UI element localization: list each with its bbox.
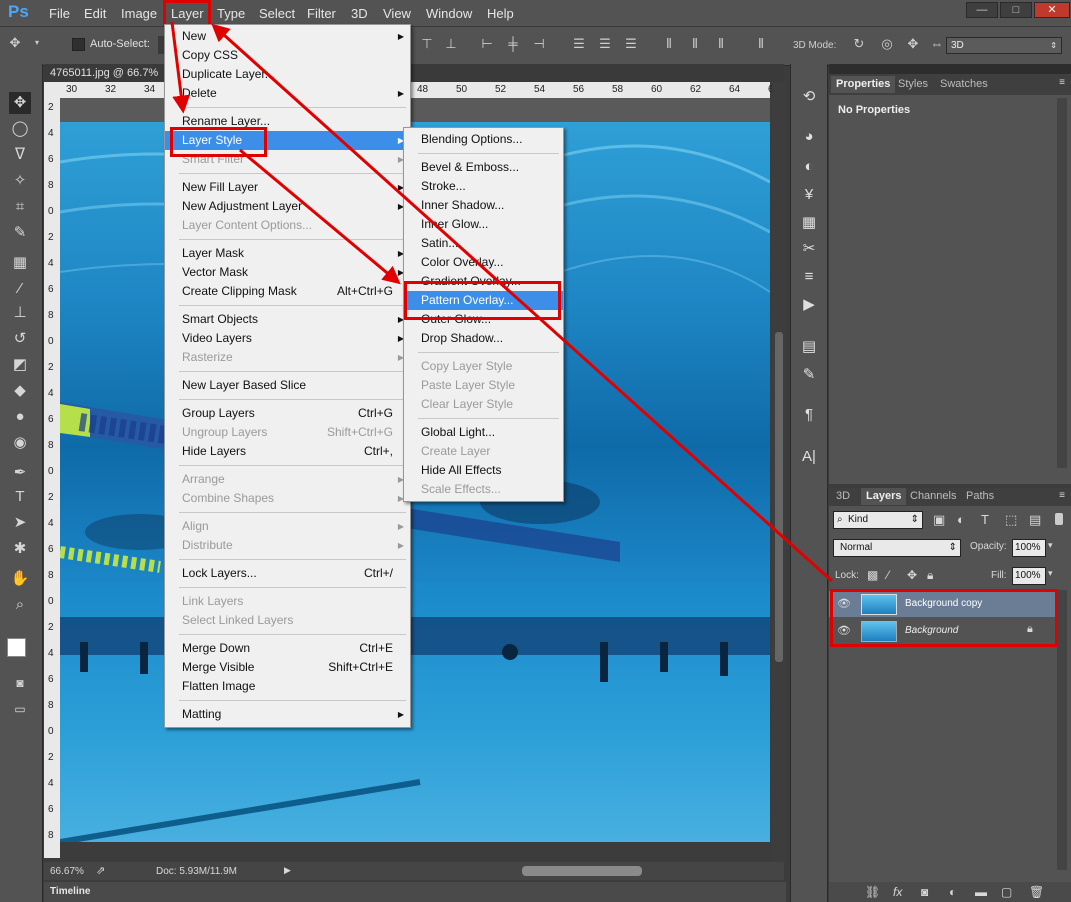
arrow-from-layers-to-menu (211, 23, 834, 583)
arrow-to-layer-style (170, 21, 191, 114)
annotation-arrows (170, 21, 834, 583)
